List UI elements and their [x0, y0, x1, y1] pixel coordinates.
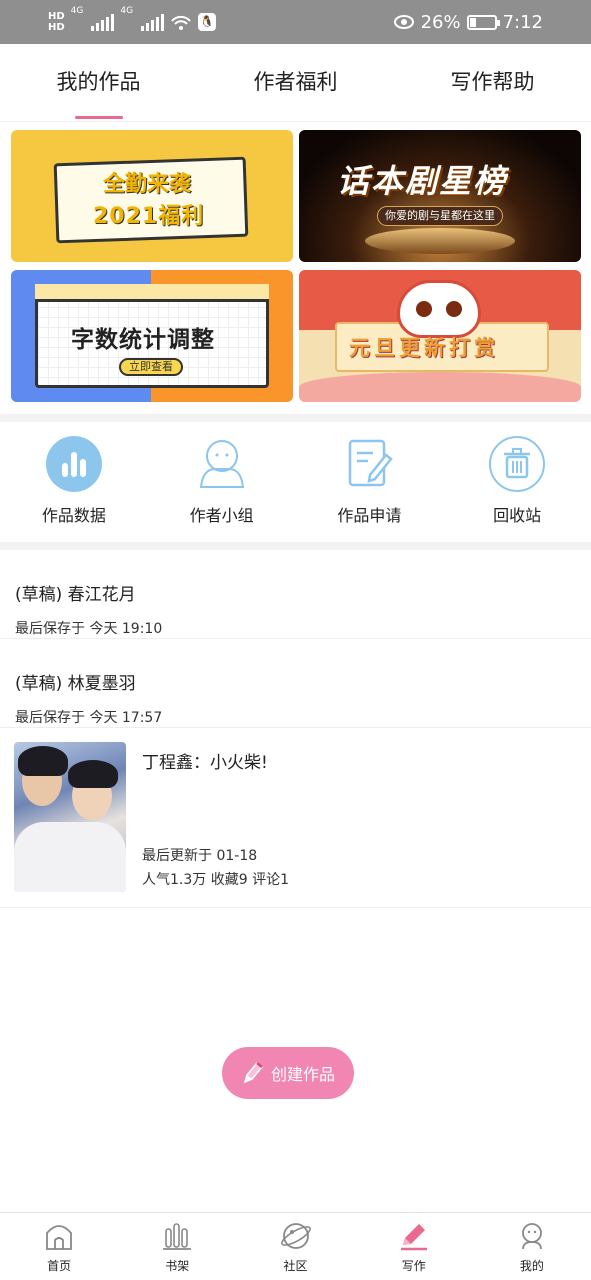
status-right: 26% 7:12 — [393, 0, 543, 44]
eye-icon — [393, 15, 414, 29]
battery-fill — [469, 17, 476, 27]
work-cover-image — [14, 742, 126, 892]
cover-figure — [68, 760, 118, 788]
trash-icon — [487, 434, 547, 494]
list-item[interactable]: 丁程鑫：小火柴! 最后更新于 01-18 人气1.3万 收藏9 评论1 — [0, 728, 591, 908]
hd-indicator: HD HD — [48, 11, 65, 33]
nav-write[interactable]: 写作 — [355, 1213, 473, 1280]
group-icon — [192, 434, 252, 494]
banner-new-year-title: 元旦更新打赏 — [349, 336, 499, 360]
banner-view-now-button: 立即查看 — [119, 358, 183, 376]
banner-new-year-reward[interactable]: 元旦更新打赏 — [299, 270, 581, 402]
bar-chart-icon — [44, 434, 104, 494]
status-left: HD HD 4G 4G 🐧 — [48, 6, 217, 38]
tab-author-benefits[interactable]: 作者福利 — [197, 44, 394, 121]
banner-word-count[interactable]: 字数统计调整 立即查看 — [11, 270, 293, 402]
clock: 7:12 — [502, 11, 543, 33]
stage-graphic — [365, 228, 515, 254]
banner-star-chart-title: 话本剧星榜 — [337, 162, 508, 200]
top-tabs: 我的作品 作者福利 写作帮助 — [0, 44, 591, 122]
quick-works-application[interactable]: 作品申请 — [296, 422, 444, 542]
banner-word-count-title: 字数统计调整 — [71, 327, 215, 353]
quick-label: 作品数据 — [41, 506, 106, 525]
status-bar: HD HD 4G 4G 🐧 26% 7:12 — [0, 0, 591, 44]
work-stats: 人气1.3万 收藏9 评论1 — [142, 872, 289, 888]
cloud-decoration — [299, 372, 581, 402]
work-title: 丁程鑫：小火柴! — [142, 753, 268, 773]
quick-recycle-bin[interactable]: 回收站 — [443, 422, 591, 542]
signal-icon-2 — [141, 13, 165, 31]
cover-figure — [18, 746, 68, 776]
draft-title: (草稿) 林夏墨羽 — [15, 674, 136, 694]
qq-icon: 🐧 — [198, 13, 217, 31]
banner-star-chart-subtitle: 你爱的剧与星都在这里 — [377, 206, 503, 226]
banner-grid: 全勤来袭 2021福利 话本剧星榜 你爱的剧与星都在这里 字数统计调整 立即查看… — [11, 130, 581, 402]
battery-icon — [466, 14, 500, 30]
signal-icon — [91, 13, 115, 31]
quick-actions: 作品数据 作者小组 作品申请 回收站 — [0, 422, 591, 542]
create-work-label: 创建作品 — [270, 1065, 335, 1084]
tab-my-works[interactable]: 我的作品 — [0, 44, 197, 121]
banner-attendance[interactable]: 全勤来袭 2021福利 — [11, 130, 293, 262]
draft-saved-time: 最后保存于 今天 17:57 — [15, 710, 163, 726]
lion-dance-icon — [397, 280, 481, 338]
draft-saved-time: 最后保存于 今天 19:10 — [15, 621, 163, 637]
quick-label: 回收站 — [493, 506, 542, 525]
hd-top: HD — [48, 11, 65, 22]
section-divider — [0, 542, 591, 550]
nav-label: 首页 — [47, 1259, 72, 1273]
bookshelf-icon — [160, 1219, 194, 1253]
works-list: (草稿) 春江花月 最后保存于 今天 19:10 (草稿) 林夏墨羽 最后保存于… — [0, 550, 591, 908]
bottom-nav: 首页 书架 社区 写作 我的 — [0, 1212, 591, 1280]
hd-bottom: HD — [48, 22, 65, 33]
network-type-1: 4G — [70, 6, 84, 16]
banner-attendance-line2: 2021福利 — [93, 204, 205, 229]
nav-bookshelf[interactable]: 书架 — [118, 1213, 236, 1280]
edit-document-icon — [339, 434, 399, 494]
nav-label: 我的 — [519, 1259, 544, 1273]
banner-card-top — [35, 284, 269, 302]
section-divider — [0, 414, 591, 422]
list-item[interactable]: (草稿) 林夏墨羽 最后保存于 今天 17:57 — [0, 639, 591, 728]
quick-author-group[interactable]: 作者小组 — [148, 422, 296, 542]
cover-figure — [14, 822, 126, 892]
pencil-icon — [397, 1219, 431, 1253]
wifi-icon — [171, 15, 191, 30]
list-item[interactable]: (草稿) 春江花月 最后保存于 今天 19:10 — [0, 550, 591, 639]
nav-home[interactable]: 首页 — [0, 1213, 118, 1280]
planet-icon — [279, 1219, 313, 1253]
tab-writing-help[interactable]: 写作帮助 — [394, 44, 591, 121]
draft-title: (草稿) 春江花月 — [15, 585, 136, 605]
network-type-2: 4G — [120, 6, 134, 16]
work-updated: 最后更新于 01-18 — [142, 848, 258, 864]
home-icon — [42, 1219, 76, 1253]
battery-percent: 26% — [420, 11, 461, 33]
banner-attendance-line1: 全勤来袭 — [103, 172, 192, 197]
nav-label: 社区 — [283, 1259, 308, 1273]
nav-label: 写作 — [401, 1259, 426, 1273]
nav-label: 书架 — [165, 1259, 190, 1273]
quick-label: 作品申请 — [337, 506, 402, 525]
pencil-icon — [243, 1061, 264, 1084]
nav-community[interactable]: 社区 — [236, 1213, 354, 1280]
quick-label: 作者小组 — [189, 506, 254, 525]
banner-star-chart[interactable]: 话本剧星榜 你爱的剧与星都在这里 — [299, 130, 581, 262]
nav-profile[interactable]: 我的 — [473, 1213, 591, 1280]
profile-icon — [515, 1219, 549, 1253]
quick-works-data[interactable]: 作品数据 — [0, 422, 148, 542]
create-work-button[interactable]: 创建作品 — [222, 1047, 354, 1099]
